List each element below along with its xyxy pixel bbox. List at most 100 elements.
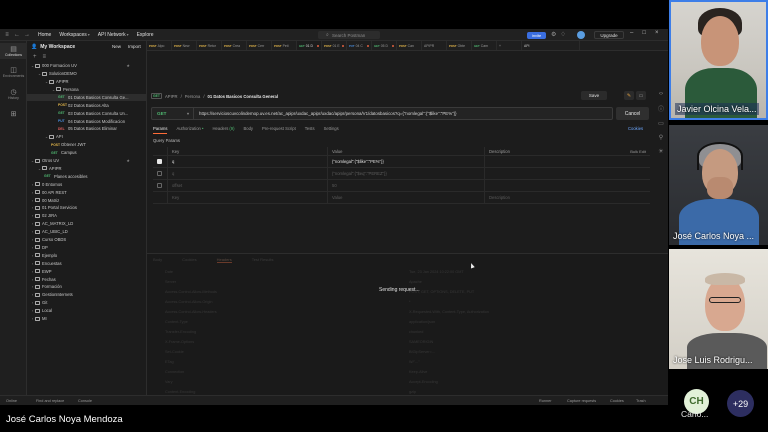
folder-item[interactable]: › EWP (27, 267, 146, 275)
request-item[interactable]: GET Campus (27, 149, 146, 157)
request-tab[interactable]: POST Alpo (147, 41, 172, 50)
import-button[interactable]: Import (128, 44, 141, 49)
code-icon[interactable]: ‹› (659, 91, 663, 97)
maximize-icon[interactable]: □ (642, 30, 646, 36)
folder-item[interactable]: › Fechas (27, 275, 146, 283)
status-console[interactable]: Console (78, 399, 92, 403)
request-title[interactable]: 01 Datos Basicos Consulta General (208, 94, 279, 99)
upgrade-button[interactable]: Upgrade (594, 31, 624, 39)
request-tab[interactable]: APIPR (422, 41, 447, 50)
request-tab[interactable]: + (497, 41, 522, 50)
request-subtab[interactable]: Authorization • (176, 126, 203, 134)
rail-environments[interactable]: ◫ Environments (0, 64, 27, 80)
folder-item[interactable]: › Local (27, 307, 146, 315)
folder-item[interactable]: › 00 API REST (27, 188, 146, 196)
folder-item[interactable]: › 0 Entornos (27, 181, 146, 189)
breadcrumb-item[interactable]: Persona (185, 94, 201, 99)
request-item[interactable]: GET 01 Datos Basicos Consulta Ge... (27, 93, 146, 102)
folder-item[interactable]: › AC_MATRIX_LD (27, 220, 146, 228)
rail-collections[interactable]: ▤ Collections (0, 43, 27, 59)
request-tab[interactable]: POST Obte (447, 41, 472, 50)
participant-tile[interactable]: José Carlos Noya ... (669, 125, 768, 245)
request-item[interactable]: POST Obtener JWT (27, 141, 146, 149)
request-tab[interactable]: POST New (172, 41, 197, 50)
status-capture[interactable]: Capture requests (567, 399, 596, 403)
minimize-icon[interactable]: – (630, 30, 633, 36)
nav-explore[interactable]: Explore (137, 32, 154, 38)
participant-tile[interactable]: Javier Olcina Vela... (669, 0, 768, 120)
request-tab[interactable]: API (522, 41, 580, 50)
response-tab[interactable]: Test Results (252, 257, 274, 263)
folder-item[interactable]: ⌄ Otros UV ★ (27, 157, 146, 165)
save-button[interactable]: Save (581, 91, 607, 100)
param-key[interactable]: offset (167, 180, 327, 191)
param-value[interactable]: 50 (327, 180, 484, 191)
gear-icon[interactable]: ⚙ (551, 31, 556, 38)
request-tab[interactable]: POST Retor (197, 41, 222, 50)
filter-icon[interactable]: ≡ (43, 54, 47, 60)
request-subtab[interactable]: Body (243, 126, 253, 134)
response-tab[interactable]: Headers (216, 257, 232, 263)
url-input[interactable]: https://servicioscuvcolindemop.uv.es.net… (194, 111, 457, 116)
request-item[interactable]: POST 02 Datos Basicos Alta (27, 102, 146, 110)
folder-item[interactable]: › DP (27, 244, 146, 252)
cookies-link[interactable]: Cookies (628, 126, 643, 131)
request-item[interactable]: GET Planes accesibles (27, 173, 146, 181)
request-tab[interactable]: POST Peti (272, 41, 297, 50)
star-icon[interactable]: ★ (126, 63, 130, 68)
search-input[interactable]: ⌕ Search Postman (318, 31, 380, 39)
edit-icon[interactable]: ✎ (624, 91, 634, 100)
request-tab[interactable]: GET 05 D (372, 41, 397, 50)
status-trash[interactable]: Trash (636, 399, 646, 403)
rail-apps[interactable]: ⊞ (0, 108, 27, 120)
folder-item[interactable]: › GestionInternets (27, 291, 146, 299)
folder-item[interactable]: › Formación (27, 283, 146, 291)
request-tab[interactable]: GET 01 D (297, 41, 322, 50)
folder-item[interactable]: ⌄ APIPR (27, 165, 146, 173)
plus-icon[interactable]: + (33, 54, 37, 60)
cancel-button[interactable]: Cancel (616, 107, 649, 120)
folder-item[interactable]: › 00 Matriz (27, 196, 146, 204)
param-description[interactable] (484, 168, 650, 179)
folder-item[interactable]: ⌄ APIPR (27, 78, 146, 86)
folder-item[interactable]: › Curso OBDS (27, 236, 146, 244)
nav-workspaces[interactable]: Workspaces▾ (59, 32, 89, 38)
bulk-edit-link[interactable]: Bulk Edit (630, 149, 646, 154)
request-subtab[interactable]: Settings (324, 126, 339, 134)
folder-item[interactable]: ⌄ Persona (27, 86, 146, 94)
comment-icon[interactable]: ▭ (658, 120, 664, 127)
param-description[interactable] (484, 180, 650, 191)
participant-tile[interactable]: Jose Luis Rodrigu... (669, 249, 768, 369)
request-subtab[interactable]: Tests (305, 126, 315, 134)
request-tab[interactable]: POST Crea (222, 41, 247, 50)
response-tab[interactable]: Cookies (182, 257, 196, 263)
nav-home[interactable]: Home (38, 32, 51, 38)
back-icon[interactable]: ← (14, 32, 20, 38)
folder-item[interactable]: ⌄ API (27, 133, 146, 141)
request-tab[interactable]: POST 01 E (322, 41, 347, 50)
menu-icon[interactable]: ≡ (4, 32, 10, 38)
param-value[interactable]: Value (327, 192, 484, 203)
param-value[interactable]: {"nomlegal":{"$eq":"PEREZ"}} (327, 168, 484, 179)
param-key[interactable]: Key (167, 192, 327, 203)
user-avatar[interactable] (577, 31, 585, 39)
folder-item[interactable]: ⌄ 000 Formacion UV ★ (27, 62, 146, 70)
folder-item[interactable]: › 02 JIRA (27, 212, 146, 220)
folder-item[interactable]: › Git (27, 299, 146, 307)
close-icon[interactable]: × (655, 30, 659, 36)
folder-item[interactable]: › Encuestas (27, 260, 146, 268)
request-tab[interactable]: GET Cam (472, 41, 497, 50)
request-tab[interactable]: POST Cerr (247, 41, 272, 50)
checkbox[interactable] (157, 159, 162, 164)
request-item[interactable]: PUT 04 Datos Basicos Modificacion (27, 117, 146, 125)
request-subtab[interactable]: Params (153, 126, 168, 134)
star-icon[interactable]: ★ (126, 158, 130, 163)
pin-icon[interactable]: ⚲ (659, 134, 663, 141)
invite-button[interactable]: Invite (527, 31, 546, 39)
layout-icon[interactable]: ▭ (636, 91, 646, 100)
status-runner[interactable]: Runner (539, 399, 551, 403)
param-key[interactable]: q (167, 156, 327, 167)
more-participants-button[interactable]: +29 (727, 390, 754, 417)
checkbox[interactable] (157, 183, 162, 188)
status-cookies[interactable]: Cookies (610, 399, 624, 403)
